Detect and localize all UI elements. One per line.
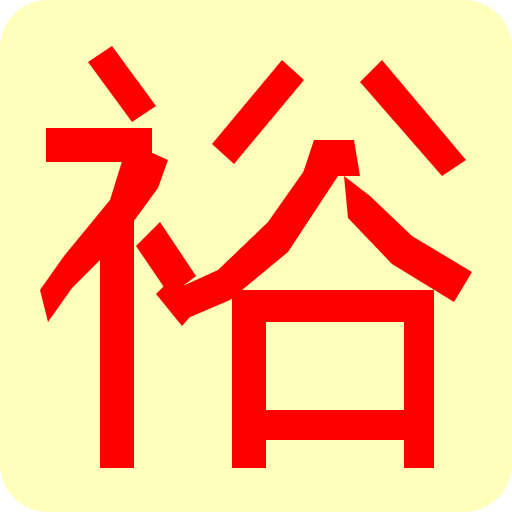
stroke-box-left — [232, 290, 266, 468]
app-icon[interactable] — [0, 0, 512, 512]
kanji-glyph — [0, 0, 512, 512]
stroke-box-right — [404, 290, 434, 468]
stroke-box-bottom — [232, 410, 434, 440]
stroke-left-vertical — [100, 216, 134, 468]
